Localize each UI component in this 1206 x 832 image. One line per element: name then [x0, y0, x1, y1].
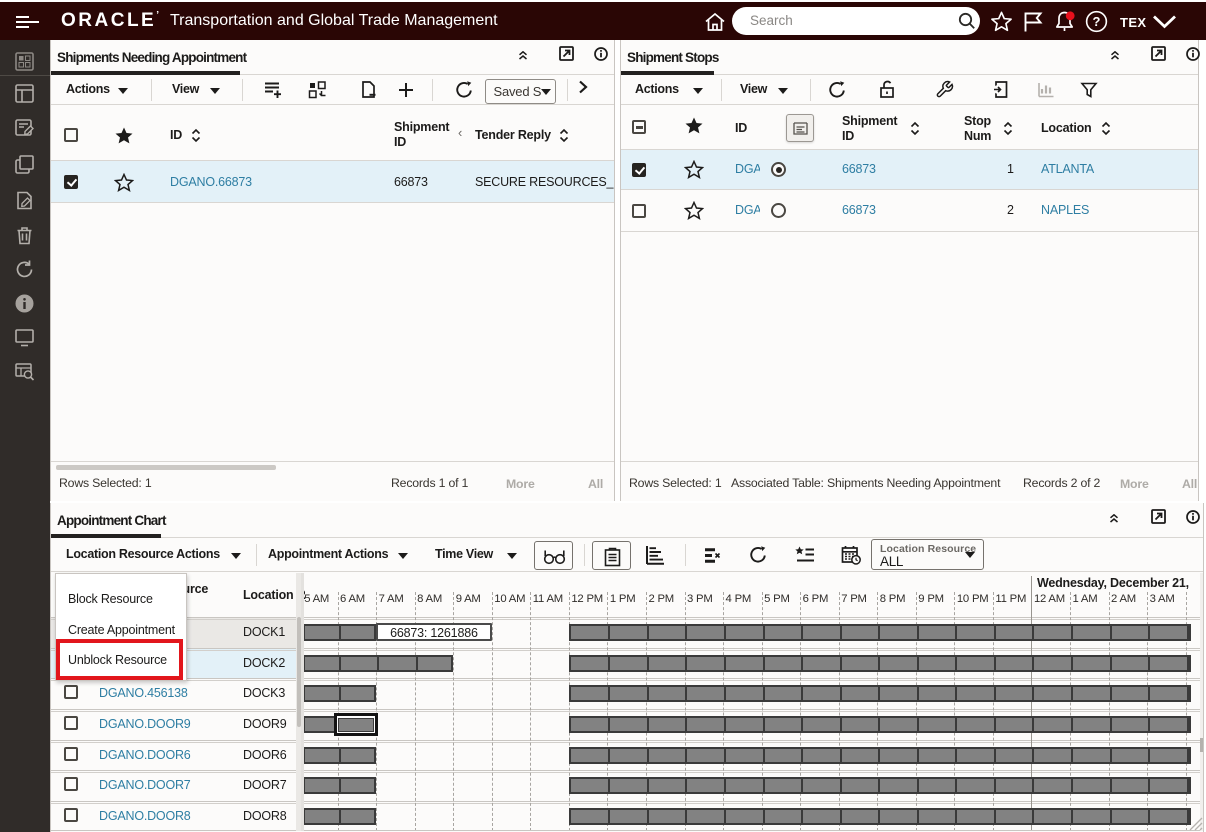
svg-text:?: ?: [1093, 14, 1101, 29]
